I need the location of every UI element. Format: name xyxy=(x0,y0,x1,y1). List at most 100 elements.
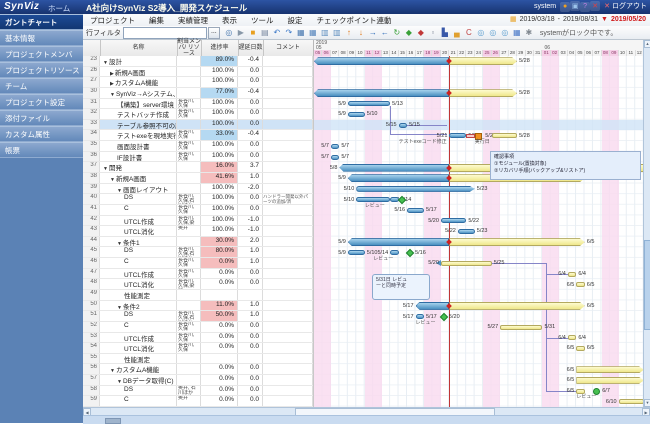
gantt-task-bar[interactable] xyxy=(356,197,390,202)
row-down-icon[interactable]: ↓ xyxy=(355,27,366,38)
checkpoint-filter-icon[interactable]: ▼ xyxy=(601,16,608,23)
toggle-icon[interactable]: ▼ xyxy=(110,368,115,374)
zoom-in-icon[interactable]: ◎ xyxy=(499,27,510,38)
gantt-planned-bar[interactable] xyxy=(576,366,644,373)
menu-item-1[interactable]: 編集 xyxy=(142,15,171,26)
checkpoint-date[interactable]: 2019/05/20 xyxy=(611,16,646,23)
outdent-icon[interactable]: ← xyxy=(379,27,390,38)
update-icon[interactable]: C xyxy=(463,27,474,38)
col-resource[interactable]: 割当メンバ/ リソース xyxy=(177,40,202,56)
gantt-task-bar[interactable] xyxy=(441,218,466,223)
table-row-38[interactable]: 38▼新規A画面41.6%1.0 xyxy=(83,173,313,184)
refresh-icon[interactable]: ↻ xyxy=(391,27,402,38)
gantt-summary-remaining-bar[interactable] xyxy=(449,89,517,97)
table-row-33[interactable]: 33テーブル参照不可の調査100.0%0.0 xyxy=(83,120,313,131)
table-row-40[interactable]: 40DS長谷川,久保,石川ほか100.0%0.0ハンドラー開発以外パーツの追加/… xyxy=(83,194,313,205)
gantt-task-bar[interactable] xyxy=(348,101,390,106)
logout-button[interactable]: ✕ログアウト xyxy=(604,1,647,11)
gantt-task-bar[interactable] xyxy=(407,208,424,213)
gantt-task-bar[interactable] xyxy=(416,314,424,319)
menu-item-2[interactable]: 実績管理 xyxy=(171,15,215,26)
gantt-task-bar[interactable] xyxy=(356,186,474,192)
row-up-icon[interactable]: ↑ xyxy=(343,27,354,38)
settings-icon[interactable]: ✱ xyxy=(523,27,534,38)
table-row-41[interactable]: 41C長谷川,久保100.0%0.0 xyxy=(83,205,313,216)
gantt-summary-remaining-bar[interactable] xyxy=(449,57,517,65)
table-row-49[interactable]: 49性能測定 xyxy=(83,290,313,301)
gantt-summary-progress-bar[interactable] xyxy=(348,238,450,246)
table-row-54[interactable]: 54UTCL消化長谷川,久保0.0%0.0 xyxy=(83,343,313,354)
gantt-summary-progress-bar[interactable] xyxy=(416,302,450,310)
table-row-53[interactable]: 53UTCL作成長谷川,久保0.0%0.0 xyxy=(83,333,313,344)
gantt-bar-icon[interactable]: ▄ xyxy=(451,27,462,38)
review-milestone-diamond[interactable] xyxy=(406,248,414,256)
sidebar-item-プロジェクトリソース[interactable]: プロジェクトリソース xyxy=(0,62,83,78)
gantt-summary-progress-bar[interactable] xyxy=(314,89,449,97)
gantt-planned-bar[interactable] xyxy=(576,389,584,394)
redo-icon[interactable]: ↷ xyxy=(283,27,294,38)
table-row-58[interactable]: 58DS奥井, 石川ほか0.0%0.0 xyxy=(83,386,313,397)
home-link[interactable]: ホーム xyxy=(48,3,70,14)
gantt-planned-bar[interactable] xyxy=(619,399,644,404)
table-row-34[interactable]: 34テストexeを現地実行、性能調査長谷川,久保33.0%-0.4 xyxy=(83,130,313,141)
splitter-handle[interactable] xyxy=(105,418,121,424)
toggle-icon[interactable]: ▼ xyxy=(117,379,122,385)
toggle-icon[interactable]: ▼ xyxy=(110,92,115,98)
table-row-55[interactable]: 55性能測定 xyxy=(83,354,313,365)
sidebar-item-プロジェクトメンバ[interactable]: プロジェクトメンバ xyxy=(0,46,83,62)
zoom-out-icon[interactable]: ◎ xyxy=(475,27,486,38)
monitor-icon[interactable]: ▣ xyxy=(570,1,580,11)
sidebar-item-基本情報[interactable]: 基本情報 xyxy=(0,30,83,46)
gantt-planned-bar[interactable] xyxy=(576,346,584,351)
table-row-27[interactable]: 27▶カスタムA機能100.0%0.0 xyxy=(83,77,313,88)
table-row-23[interactable]: 23▼設計89.0%-0.4 xyxy=(83,56,313,67)
menu-item-3[interactable]: 表示 xyxy=(215,15,244,26)
table-row-45[interactable]: 45DS長谷川,久保,石川ほか80.0%1.0 xyxy=(83,247,313,258)
gantt-summary-progress-bar[interactable] xyxy=(314,57,449,65)
col-name[interactable]: 名称 xyxy=(100,40,178,56)
toggle-icon[interactable]: ▼ xyxy=(103,60,108,66)
toggle-icon[interactable]: ▼ xyxy=(117,241,122,247)
toggle-icon[interactable]: ▶ xyxy=(110,81,114,87)
gantt-summary-progress-bar[interactable] xyxy=(339,164,449,172)
table-row-32[interactable]: 32テストバッチ作成長谷川,久保100.0%0.0 xyxy=(83,109,313,120)
lock-icon[interactable]: ■ xyxy=(247,27,258,38)
gantt-planned-bar[interactable] xyxy=(576,377,644,384)
table-row-46[interactable]: 46C長谷川,久保0.0%1.0 xyxy=(83,258,313,269)
gantt-planned-bar[interactable] xyxy=(568,335,576,340)
sidebar-item-ガントチャート[interactable]: ガントチャート xyxy=(0,14,83,30)
row-filter-input[interactable] xyxy=(123,27,207,39)
search-icon[interactable]: ◎ xyxy=(223,27,234,38)
table-row-59[interactable]: 59C奥井0.0%0.0 xyxy=(83,396,313,407)
table-row-50[interactable]: 50▼条件211.0%1.0 xyxy=(83,301,313,312)
range-start-date[interactable]: 2019/03/18 xyxy=(520,16,555,23)
table-row-57[interactable]: 57▼DBデータ取得(C)0.0%0.0 xyxy=(83,375,313,386)
logout-icon[interactable]: ✕ xyxy=(590,1,600,11)
gantt-planned-bar[interactable] xyxy=(492,133,517,138)
sidebar-item-チーム[interactable]: チーム xyxy=(0,78,83,94)
gantt-summary-remaining-bar[interactable] xyxy=(449,238,584,246)
table-row-36[interactable]: 36IF設計書長谷川,久保100.0%0.0 xyxy=(83,152,313,163)
paste-icon[interactable]: ▥ xyxy=(331,27,342,38)
pointer-icon[interactable]: ▶ xyxy=(235,27,246,38)
gantt-planned-bar[interactable] xyxy=(568,272,576,277)
gantt-task-bar[interactable] xyxy=(331,155,339,160)
gantt-task-bar[interactable] xyxy=(390,250,398,255)
toggle-icon[interactable]: ▼ xyxy=(103,166,108,172)
gantt-task-bar[interactable] xyxy=(348,112,365,117)
menu-item-6[interactable]: チェックポイント連動 xyxy=(310,15,399,26)
table-row-51[interactable]: 51DS長谷川,久保,石川ほか50.0%1.0 xyxy=(83,311,313,322)
toggle-icon[interactable]: ▼ xyxy=(117,188,122,194)
save-all-icon[interactable]: ▦ xyxy=(307,27,318,38)
table-row-48[interactable]: 48UTCL消化長谷川,久保,染谷0.0%0.0 xyxy=(83,279,313,290)
col-comment[interactable]: コメント xyxy=(263,40,313,56)
gantt-task-bar[interactable] xyxy=(331,144,339,149)
table-row-56[interactable]: 56▼カスタムA機能0.0%0.0 xyxy=(83,364,313,375)
zoom-fit-icon[interactable]: ◎ xyxy=(487,27,498,38)
col-delay[interactable]: 遅延日数 xyxy=(238,40,264,56)
table-row-47[interactable]: 47UTCL作成長谷川,久保0.0%0.0 xyxy=(83,269,313,280)
print-icon[interactable]: ▤ xyxy=(259,27,270,38)
table-row-35[interactable]: 35画面設計書長谷川,久保100.0%0.0 xyxy=(83,141,313,152)
review-milestone-diamond[interactable] xyxy=(440,312,448,320)
menu-item-0[interactable]: プロジェクト xyxy=(83,15,142,26)
